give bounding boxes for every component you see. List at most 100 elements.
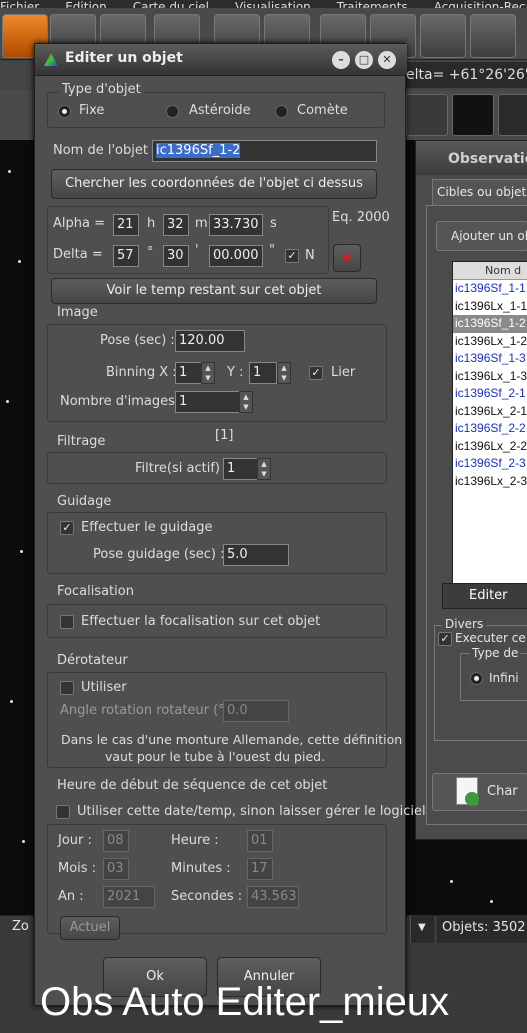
note-line-2: vaut pour le tube à l'ouest du pied. [105, 749, 326, 764]
target-list-item[interactable]: ic1396Sf_2-1 [453, 385, 527, 403]
lier-checkbox[interactable]: ✓ [309, 366, 323, 380]
use-date-checkbox[interactable] [56, 805, 70, 819]
rotate-arrow-icon[interactable] [406, 94, 448, 136]
heure-section-label: Heure de début de séquence de cet objet [57, 778, 328, 793]
target-list-item[interactable]: ic1396Sf_2-2 [453, 420, 527, 438]
an-label: An : [58, 889, 84, 904]
target-list-item[interactable]: ic1396Lx_1-2 [453, 333, 527, 351]
remaining-time-button[interactable]: Voir le temp restant sur cet objet [51, 278, 377, 304]
delta-seconds-input[interactable]: 00.000 [209, 245, 263, 267]
execute-checkbox[interactable]: ✓ Executer ce [438, 631, 526, 646]
jour-input[interactable]: 08 [103, 830, 129, 852]
target-list[interactable]: Nom d ic1396Sf_1-1 ic1396Lx_1-1 ic1396Sf_1… [452, 261, 527, 591]
target-list-item[interactable]: ic1396Sf_1-2 [453, 315, 527, 333]
angle-input[interactable]: 0.0 [223, 700, 289, 722]
binning-y-spinner[interactable]: ▲ ▼ [277, 362, 291, 384]
radio-comete[interactable] [275, 105, 288, 118]
alpha-s-unit: s [270, 216, 277, 231]
note-line-1: Dans le cas d'une monture Allemande, cet… [61, 732, 403, 747]
target-list-item[interactable]: ic1396Lx_2-2 [453, 438, 527, 456]
angle-label: Angle rotation rotateur (°) : [60, 703, 239, 718]
wand-icon[interactable] [420, 14, 466, 58]
menu-visualisation[interactable]: Visualisation [235, 0, 311, 8]
target-list-item[interactable]: ic1396Lx_2-3 [453, 473, 527, 491]
menu-acquisition[interactable]: Acquisition-Recalage [434, 0, 527, 8]
infini-label: Infini [489, 671, 519, 685]
menu-carte-du-ciel[interactable]: Carte du ciel [133, 0, 209, 8]
edit-object-dialog: Editer un objet – □ ✕ Type d'objet Fixe … [34, 43, 426, 1006]
dialog-title: Editer un objet [65, 50, 183, 66]
delta-deg-unit: ° [147, 245, 154, 260]
binning-x-spinner[interactable]: ▲ ▼ [201, 362, 215, 384]
north-checkbox[interactable]: ✓ [285, 249, 299, 263]
menu-traitements[interactable]: Traitements [337, 0, 408, 8]
alpha-hours-input[interactable]: 21 [113, 214, 139, 236]
binning-y-input[interactable]: 1 [249, 362, 277, 384]
dialog-titlebar[interactable]: Editer un objet – □ ✕ [35, 44, 407, 76]
menu-edition[interactable]: Edition [65, 0, 107, 8]
target-list-item[interactable]: ic1396Sf_1-3 [453, 350, 527, 368]
filtre-input[interactable]: 1 [223, 458, 259, 480]
delta-label: Delta = [53, 247, 103, 262]
close-icon[interactable]: ✕ [378, 51, 396, 69]
document-add-icon [456, 777, 479, 806]
target-list-item[interactable]: ic1396Sf_1-1 [453, 280, 527, 298]
north-label: N [305, 248, 315, 263]
sync-arrow-icon[interactable] [498, 94, 527, 136]
add-target-button[interactable]: Ajouter un ob [436, 221, 527, 251]
pose-guidage-input[interactable]: 5.0 [223, 544, 289, 566]
star-center-icon[interactable] [452, 94, 494, 136]
binning-x-input[interactable]: 1 [175, 362, 203, 384]
alpha-minutes-input[interactable]: 32 [163, 214, 189, 236]
tab-targets[interactable]: Cibles ou objets [432, 179, 527, 205]
infini-radio[interactable]: Infini [470, 671, 519, 685]
menu-fichier[interactable]: Fichier [0, 0, 39, 8]
infini-radio-icon [470, 672, 483, 685]
nb-images-input[interactable]: 1 [175, 391, 241, 413]
radio-fixe-label: Fixe [79, 103, 105, 118]
delta-minutes-input[interactable]: 30 [163, 245, 189, 267]
heure-input[interactable]: 01 [247, 830, 273, 852]
target-list-item[interactable]: ic1396Sf_2-3 [453, 455, 527, 473]
chevron-down-icon[interactable]: ▼ [410, 915, 434, 943]
alpha-seconds-input[interactable]: 33.730 [209, 214, 263, 236]
target-list-header[interactable]: Nom d [453, 262, 527, 280]
zoom-icon[interactable] [470, 14, 516, 58]
focalisation-checkbox[interactable] [60, 615, 74, 629]
pose-input[interactable]: 120.00 [175, 330, 245, 352]
execute-label: Executer ce [455, 631, 526, 645]
alpha-m-unit: m [195, 216, 208, 231]
an-input[interactable]: 2021 [103, 886, 155, 908]
jour-label: Jour : [58, 833, 92, 848]
object-type-label: Type d'objet [59, 82, 144, 97]
heure-label: Heure : [171, 833, 219, 848]
guidage-section-label: Guidage [57, 494, 112, 509]
nb-images-spinner[interactable]: ▲ ▼ [239, 391, 253, 413]
object-name-input[interactable]: ic1396Sf_1-2 [152, 140, 377, 162]
filtre-label: Filtre(si actif) : [135, 461, 229, 476]
focalisation-section-label: Focalisation [57, 584, 134, 599]
minimize-icon[interactable]: – [332, 51, 350, 69]
mois-input[interactable]: 03 [103, 858, 129, 880]
radio-asteroide[interactable] [166, 105, 179, 118]
target-list-item[interactable]: ic1396Lx_1-3 [453, 368, 527, 386]
search-coords-button[interactable]: Chercher les coordonnées de l'objet ci d… [51, 169, 377, 199]
utiliser-checkbox[interactable] [60, 681, 74, 695]
guidage-checkbox[interactable]: ✓ [60, 521, 74, 535]
maximize-icon[interactable]: □ [355, 51, 373, 69]
secondes-input[interactable]: 43.563 [247, 886, 299, 908]
actuel-button[interactable]: Actuel [60, 916, 120, 940]
filtre-spinner[interactable]: ▲ ▼ [257, 458, 271, 480]
edit-target-button[interactable]: Editer [442, 583, 527, 609]
radio-fixe[interactable] [58, 105, 71, 118]
pose-label: Pose (sec) : [100, 333, 175, 348]
target-list-item[interactable]: ic1396Lx_2-1 [453, 403, 527, 421]
load-button[interactable]: Char [432, 773, 527, 811]
paste-coords-icon[interactable]: ▪ [333, 244, 361, 272]
object-name-value: ic1396Sf_1-2 [156, 143, 241, 158]
target-list-item[interactable]: ic1396Lx_1-1 [453, 298, 527, 316]
minutes-label: Minutes : [171, 861, 231, 876]
focalisation-check-label: Effectuer la focalisation sur cet objet [81, 614, 321, 629]
delta-degrees-input[interactable]: 57 [113, 245, 139, 267]
minutes-input[interactable]: 17 [247, 858, 273, 880]
